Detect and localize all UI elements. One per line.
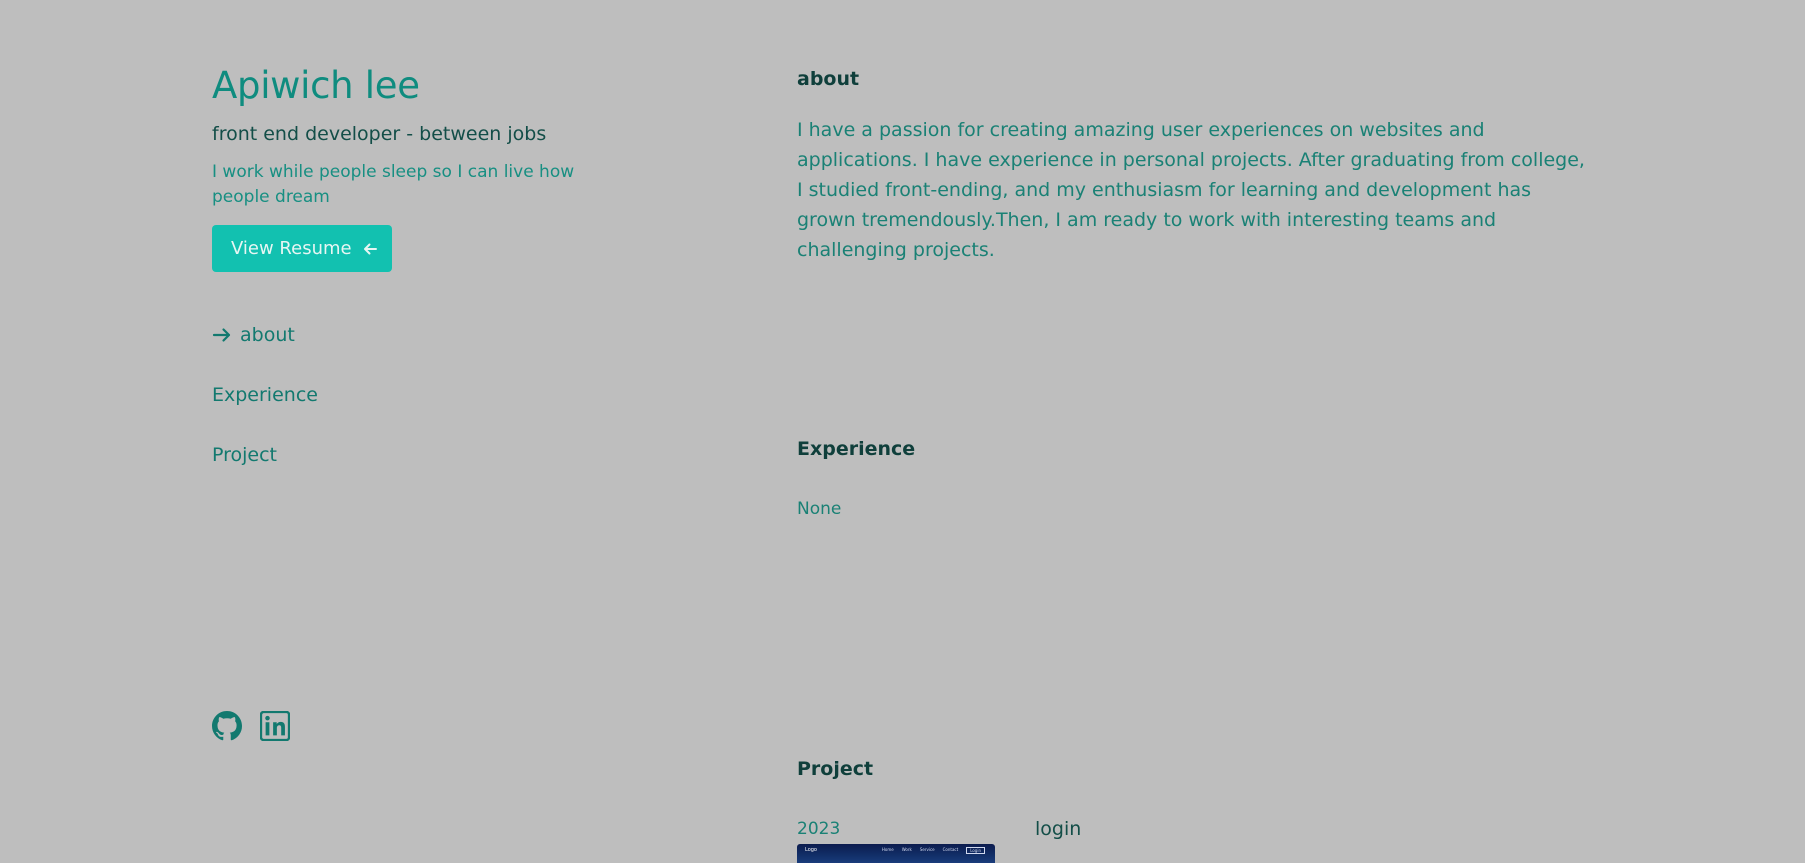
nav-item-about[interactable]: about [212,318,318,352]
section-nav: about Experience Project [212,318,318,498]
profile-name: Apiwich lee [212,64,420,107]
profile-role: front end developer - between jobs [212,123,547,145]
github-icon[interactable] [212,711,242,741]
project-title: Project [797,758,874,780]
thumb-nav: Home Work Service Contact Login [882,847,985,854]
nav-item-label: about [240,324,295,346]
arrow-right-icon [212,328,231,342]
project-thumbnail[interactable]: Logo Home Work Service Contact Login [797,844,995,863]
thumb-nav-item: Work [901,847,912,852]
social-links [212,711,290,741]
profile-tagline: I work while people sleep so I can live … [212,162,575,207]
nav-item-experience[interactable]: Experience [212,378,318,412]
portfolio-page: Apiwich lee front end developer - betwee… [0,0,1805,863]
arrow-left-icon [363,243,377,254]
view-resume-button[interactable]: View Resume [212,225,392,272]
about-text: I have a passion for creating amazing us… [797,119,1585,261]
linkedin-icon[interactable] [260,711,290,741]
thumb-nav-item: Home [881,847,894,852]
nav-item-label: Project [212,444,278,466]
experience-value: None [797,499,842,519]
project-year: 2023 [797,819,841,839]
thumb-nav-item: Contact [942,847,959,852]
about-title: about [797,68,860,90]
project-name-link[interactable]: login [1035,818,1081,840]
nav-item-label: Experience [212,384,318,406]
thumb-login: Login [966,847,985,854]
nav-item-project[interactable]: Project [212,438,318,472]
thumb-nav-item: Service [919,847,935,852]
experience-title: Experience [797,438,916,460]
view-resume-label: View Resume [231,238,352,259]
thumb-logo: Logo [805,847,817,853]
